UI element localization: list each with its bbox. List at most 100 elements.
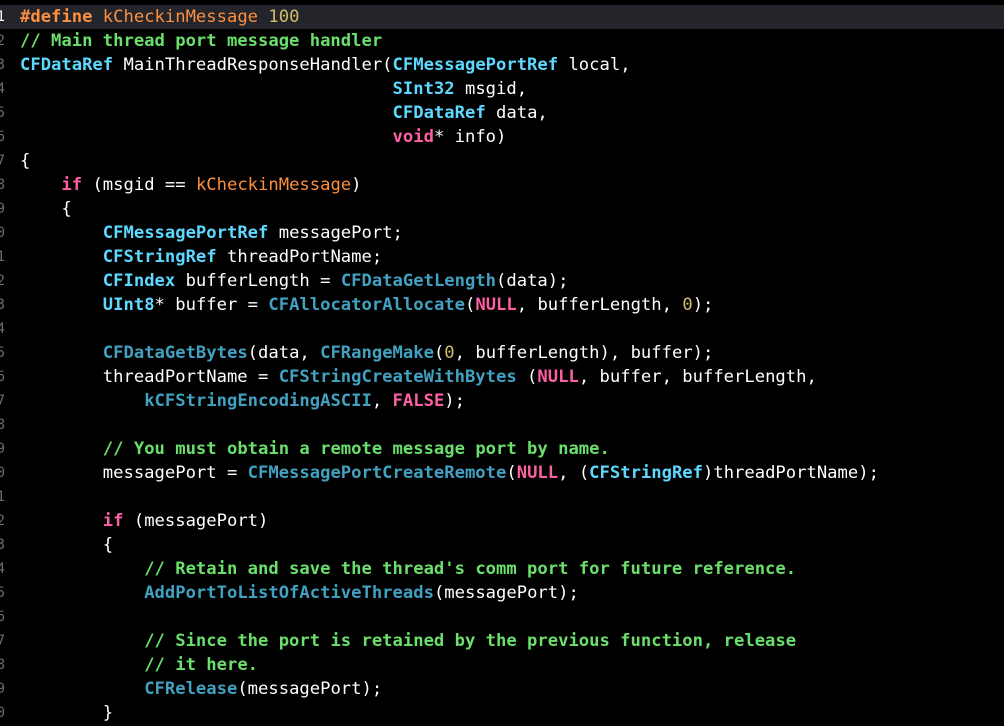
plain-token: (data); — [496, 271, 569, 291]
plain-token: MainThreadResponseHandler( — [113, 55, 393, 75]
line-number: 9 — [0, 201, 5, 217]
preprocessor-token: #define — [20, 7, 103, 27]
comment-token: // Retain and save the thread's comm por… — [144, 559, 797, 579]
line-number: 2 — [0, 33, 5, 49]
code-line[interactable]: 25 AddPortToListOfActiveThreads(messageP… — [0, 581, 1004, 605]
plain-token: threadPortName; — [216, 247, 383, 267]
type-token: CFStringRef — [102, 247, 217, 267]
function-token: CFAllocatorAllocate — [268, 295, 465, 315]
plain-token: (messagePort); — [237, 679, 383, 699]
code-line[interactable]: 19 // You must obtain a remote message p… — [0, 437, 1004, 461]
keyword-token: if — [102, 511, 124, 531]
plain-token: { — [20, 151, 31, 171]
code-line[interactable]: 6 void* info) — [0, 125, 1004, 149]
code-line[interactable]: 8 if (msgid == kCheckinMessage) — [0, 173, 1004, 197]
line-number: 28 — [0, 657, 5, 673]
plain-token: } — [20, 703, 114, 723]
number-token: 100 — [268, 7, 300, 27]
code-line[interactable]: 17 kCFStringEncodingASCII, FALSE); — [0, 389, 1004, 413]
code-line[interactable]: 29 CFRelease(messagePort); — [0, 677, 1004, 701]
code-line[interactable]: 12 CFIndex bufferLength = CFDataGetLengt… — [0, 269, 1004, 293]
line-number: 7 — [0, 153, 5, 169]
code-line[interactable]: 15 CFDataGetBytes(data, CFRangeMake(0, b… — [0, 341, 1004, 365]
plain-token: ); — [444, 391, 465, 411]
plain-token: , — [371, 391, 393, 411]
function-token: CFMessagePortCreateRemote — [247, 463, 507, 483]
code-line[interactable]: 18 — [0, 413, 1004, 437]
keyword-token: if — [61, 175, 83, 195]
plain-token: ) — [351, 175, 362, 195]
function-token: CFRelease — [144, 679, 238, 699]
plain-token: ( — [433, 343, 445, 363]
comment-token: // Main thread port message handler — [20, 31, 383, 51]
plain-token: )threadPortName); — [703, 463, 879, 483]
code-line[interactable]: 2 // Main thread port message handler — [0, 29, 1004, 53]
plain-token: { — [20, 535, 114, 555]
comment-token: // Since the port is retained by the pre… — [144, 631, 797, 651]
source-code[interactable]: 1 #define kCheckinMessage 100 2 // Main thr… — [0, 5, 1004, 725]
type-token: CFIndex — [102, 271, 176, 291]
plain-token: msgid, — [454, 79, 528, 99]
code-line[interactable]: 26 — [0, 605, 1004, 629]
line-number: 17 — [0, 393, 5, 409]
plain-token: local, — [558, 55, 631, 75]
code-line[interactable]: 7{ — [0, 149, 1004, 173]
code-editor[interactable]: 1 #define kCheckinMessage 100 2 // Main thr… — [0, 0, 1004, 726]
code-line[interactable]: 20 messagePort = CFMessagePortCreateRemo… — [0, 461, 1004, 485]
line-number: 12 — [0, 273, 5, 289]
plain-token: ); — [692, 295, 714, 315]
plain-token: * buffer = — [154, 295, 269, 315]
macro-token: kCheckinMessage — [195, 175, 352, 195]
function-token: CFDataGetLength — [340, 271, 497, 291]
function-token: CFDataGetBytes — [102, 343, 248, 363]
macro-token: kCheckinMessage — [102, 7, 269, 27]
code-line[interactable]: 28 // it here. — [0, 653, 1004, 677]
plain-token: (messagePort) — [123, 511, 269, 531]
code-line[interactable]: 5 CFDataRef data, — [0, 101, 1004, 125]
plain-token: (data, — [247, 343, 321, 363]
plain-token: messagePort; — [268, 223, 403, 243]
code-line[interactable]: 16 threadPortName = CFStringCreateWithBy… — [0, 365, 1004, 389]
code-line[interactable]: 9 { — [0, 197, 1004, 221]
number-token: 0 — [444, 343, 455, 363]
code-line[interactable]: 22 if (messagePort) — [0, 509, 1004, 533]
line-number: 24 — [0, 561, 5, 577]
code-line[interactable]: 27 // Since the port is retained by the … — [0, 629, 1004, 653]
line-number: 13 — [0, 297, 5, 313]
type-token: CFDataRef — [20, 55, 114, 75]
line-number: 16 — [0, 369, 5, 385]
code-line[interactable]: 1 #define kCheckinMessage 100 — [0, 5, 1004, 29]
code-line[interactable]: 11 CFStringRef threadPortName; — [0, 245, 1004, 269]
function-token: kCFStringEncodingASCII — [144, 391, 372, 411]
code-line[interactable]: 21 — [0, 485, 1004, 509]
line-number: 15 — [0, 345, 5, 361]
plain-token: bufferLength = — [175, 271, 341, 291]
line-number: 29 — [0, 681, 5, 697]
code-line[interactable]: 24 // Retain and save the thread's comm … — [0, 557, 1004, 581]
line-number: 6 — [0, 129, 5, 145]
line-number: 4 — [0, 81, 5, 97]
code-line[interactable]: 14 — [0, 317, 1004, 341]
line-number: 14 — [0, 321, 5, 337]
code-line[interactable]: 30 } — [0, 701, 1004, 725]
plain-token: threadPortName = — [20, 367, 279, 387]
code-line[interactable]: 4 SInt32 msgid, — [0, 77, 1004, 101]
code-line[interactable]: 23 { — [0, 533, 1004, 557]
keyword-token: FALSE — [392, 391, 445, 411]
line-number: 26 — [0, 609, 5, 625]
plain-token: { — [20, 199, 72, 219]
code-line[interactable]: 10 CFMessagePortRef messagePort; — [0, 221, 1004, 245]
keyword-token: NULL — [537, 367, 579, 387]
code-line[interactable]: 3 CFDataRef MainThreadResponseHandler(CFM… — [0, 53, 1004, 77]
line-number: 8 — [0, 177, 5, 193]
type-token: CFMessagePortRef — [392, 55, 559, 75]
line-number: 25 — [0, 585, 5, 601]
code-line[interactable]: 13 UInt8* buffer = CFAllocatorAllocate(N… — [0, 293, 1004, 317]
